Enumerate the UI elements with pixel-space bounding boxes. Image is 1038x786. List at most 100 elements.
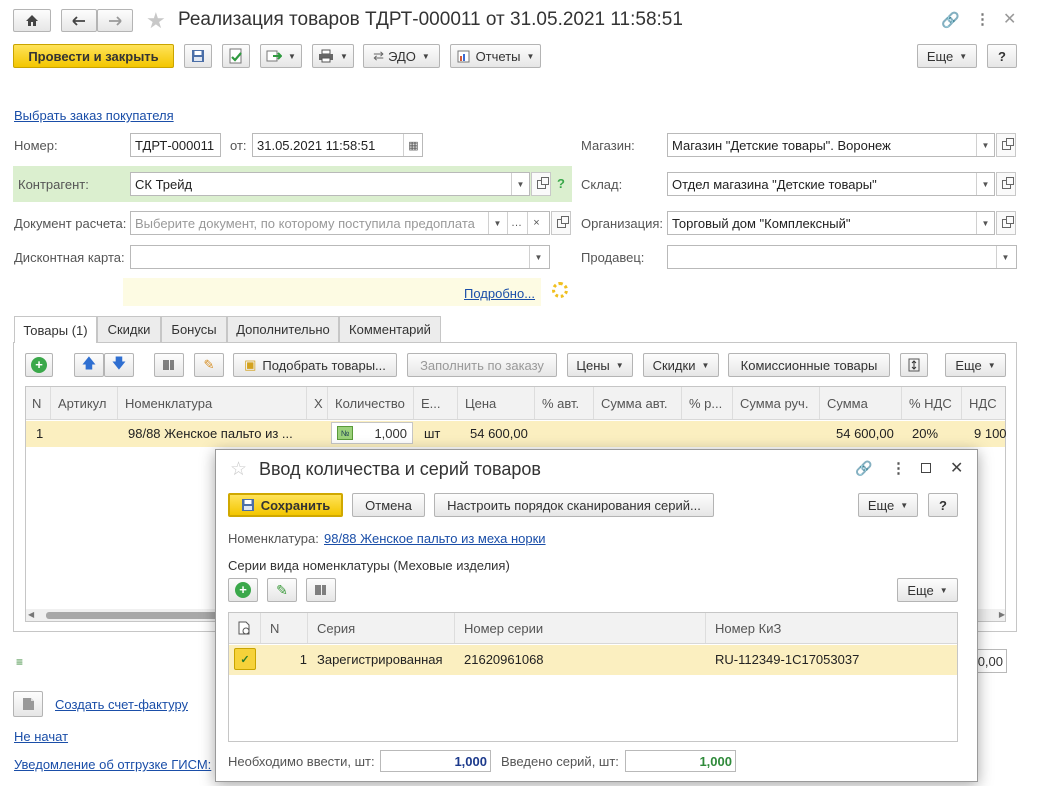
col-qty[interactable]: Количество [329, 387, 414, 419]
scan-order-button[interactable]: Настроить порядок сканирования серий... [434, 493, 714, 517]
post-and-close-button[interactable]: Провести и закрыть [13, 44, 174, 68]
open-warehouse-button[interactable] [996, 172, 1016, 196]
dialog-save-button[interactable]: Сохранить [228, 493, 343, 517]
chevron-down-icon[interactable]: ▼ [996, 246, 1014, 268]
contractor-field[interactable]: СК Трейд ▼ [130, 172, 530, 196]
col-item[interactable]: Номенклатура [119, 387, 307, 419]
col-series-n[interactable]: N [262, 613, 308, 643]
barcode-button[interactable] [154, 353, 184, 377]
col-sum-auto[interactable]: Сумма авт. [595, 387, 682, 419]
home-button[interactable] [13, 9, 51, 32]
prices-button[interactable]: Цены ▼ [567, 353, 633, 377]
tab-bonuses[interactable]: Бонусы [161, 316, 227, 342]
dialog-help-button[interactable]: ? [928, 493, 958, 517]
goods-more-button[interactable]: Еще ▼ [945, 353, 1006, 377]
question-icon[interactable]: ? [557, 176, 565, 191]
post-doc-button[interactable] [222, 44, 250, 68]
settlement-field[interactable]: Выберите документ, по которому поступила… [130, 211, 550, 235]
gism-notification-link[interactable]: Уведомление об отгрузке ГИСМ: [14, 757, 216, 772]
chevron-down-icon[interactable]: ▼ [511, 173, 529, 195]
store-field[interactable]: Магазин "Детские товары". Воронеж ▼ [667, 133, 995, 157]
commission-goods-button[interactable]: Комиссионные товары [728, 353, 890, 377]
col-series[interactable]: Серия [309, 613, 455, 643]
create-based-on-button[interactable]: ▼ [260, 44, 302, 68]
edit-pencil-button[interactable]: ✎ [194, 353, 224, 377]
warehouse-field[interactable]: Отдел магазина "Детские товары" ▼ [667, 172, 995, 196]
cell-item[interactable]: 98/88 Женское пальто из ... [122, 420, 308, 446]
dialog-maximize-icon[interactable] [921, 463, 931, 473]
select-order-link[interactable]: Выбрать заказ покупателя [14, 108, 174, 123]
dialog-item-link[interactable]: 98/88 Женское пальто из меха норки [324, 531, 546, 546]
tab-goods[interactable]: Товары (1) [14, 316, 97, 343]
tab-comment[interactable]: Комментарий [339, 316, 441, 342]
details-link[interactable]: Подробно... [464, 286, 535, 301]
col-vat-pct[interactable]: % НДС [903, 387, 962, 419]
cell-qty-field[interactable]: № 1,000 [331, 422, 413, 444]
col-sum-manual[interactable]: Сумма руч. [734, 387, 820, 419]
create-invoice-link[interactable]: Создать счет-фактуру [55, 697, 188, 712]
org-field[interactable]: Торговый дом "Комплексный" ▼ [667, 211, 995, 235]
date-field[interactable]: 31.05.2021 11:58:51 ▦ [252, 133, 423, 157]
forward-button[interactable] [97, 9, 133, 32]
open-contractor-button[interactable] [531, 172, 551, 196]
col-kiz[interactable]: Номер КиЗ [707, 613, 957, 643]
pick-goods-button[interactable]: ▣ Подобрать товары... [233, 353, 397, 377]
more-vert-icon[interactable]: ⋮ [975, 10, 990, 28]
scroll-right-icon[interactable]: ▶ [999, 610, 1005, 619]
col-n[interactable]: N [26, 387, 51, 419]
col-status-icon[interactable] [229, 613, 261, 643]
help-button[interactable]: ? [987, 44, 1017, 68]
dialog-star-icon[interactable]: ☆ [230, 458, 247, 481]
seller-field[interactable]: ▼ [667, 245, 1017, 269]
close-icon[interactable]: ✕ [1003, 9, 1016, 29]
edo-button[interactable]: ⇄ ЭДО ▼ [363, 44, 440, 68]
series-more-button[interactable]: Еще ▼ [897, 578, 958, 602]
add-row-button[interactable]: + [25, 353, 53, 377]
series-edit-button[interactable]: ✎ [267, 578, 297, 602]
col-price[interactable]: Цена [459, 387, 535, 419]
tab-additional[interactable]: Дополнительно [227, 316, 339, 342]
create-invoice-button[interactable] [13, 691, 43, 717]
series-barcode-button[interactable] [306, 578, 336, 602]
col-article[interactable]: Артикул [52, 387, 118, 419]
dialog-more-vert-icon[interactable]: ⋮ [891, 459, 906, 477]
dialog-close-icon[interactable]: ✕ [950, 458, 963, 478]
chevron-down-icon[interactable]: ▼ [976, 134, 994, 156]
open-org-button[interactable] [996, 211, 1016, 235]
print-button[interactable]: ▼ [312, 44, 354, 68]
dialog-cancel-button[interactable]: Отмена [352, 493, 425, 517]
chevron-down-icon[interactable]: ▼ [976, 173, 994, 195]
calendar-icon[interactable]: ▦ [403, 134, 422, 156]
tab-discounts[interactable]: Скидки [97, 316, 161, 342]
clear-icon[interactable]: × [527, 212, 545, 234]
col-pct-auto[interactable]: % авт. [536, 387, 594, 419]
open-store-button[interactable] [996, 133, 1016, 157]
chevron-down-icon[interactable]: ▼ [976, 212, 994, 234]
col-pct-manual[interactable]: % р... [683, 387, 733, 419]
more-button[interactable]: Еще ▼ [917, 44, 977, 68]
save-doc-button[interactable] [184, 44, 212, 68]
favorite-star-icon[interactable]: ★ [146, 8, 166, 34]
discount-field[interactable]: ▼ [130, 245, 550, 269]
chevron-down-icon[interactable]: ▼ [529, 246, 547, 268]
dialog-more-button[interactable]: Еще ▼ [858, 493, 918, 517]
link-icon[interactable]: 🔗 [941, 11, 960, 29]
open-settlement-button[interactable] [551, 211, 571, 235]
move-down-button[interactable]: 🡇 [104, 353, 134, 377]
not-started-link[interactable]: Не начат [14, 729, 68, 744]
back-button[interactable] [61, 9, 97, 32]
col-unit[interactable]: Е... [415, 387, 458, 419]
col-vat[interactable]: НДС [963, 387, 1005, 419]
chevron-down-icon[interactable]: ▼ [488, 212, 506, 234]
discounts-button[interactable]: Скидки ▼ [643, 353, 719, 377]
series-add-button[interactable]: + [228, 578, 258, 602]
resize-rows-button[interactable] [900, 353, 928, 377]
scroll-left-icon[interactable]: ◀ [28, 610, 34, 619]
col-x[interactable]: Х [308, 387, 328, 419]
dialog-link-icon[interactable]: 🔗 [855, 460, 872, 477]
fill-by-order-button[interactable]: Заполнить по заказу [407, 353, 557, 377]
number-field[interactable]: ТДРТ-000011 [130, 133, 221, 157]
ellipsis-icon[interactable]: … [507, 212, 525, 234]
col-sum[interactable]: Сумма [821, 387, 902, 419]
col-series-number[interactable]: Номер серии [456, 613, 706, 643]
